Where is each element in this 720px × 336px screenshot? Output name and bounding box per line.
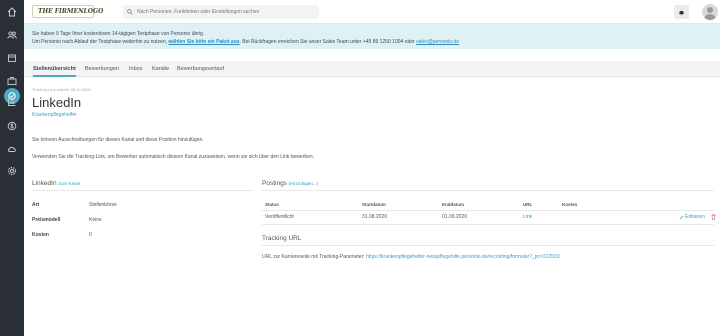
choose-package-link[interactable]: wählen Sie bitte ein Paket aus	[168, 39, 239, 45]
banner-text-prefix: Um Personio nach Ablauf der Testphase we…	[32, 39, 167, 45]
art-label: Art	[32, 202, 40, 208]
tracking-divider	[262, 245, 714, 246]
col-startdatum: Startdatum	[362, 202, 386, 207]
col-status: Status	[265, 202, 279, 207]
briefcase-icon[interactable]	[4, 73, 20, 89]
postings-section-header: Postings (Hinzufügen...)	[262, 180, 318, 187]
tracking-url-row: URL zur Karriereseite mit Tracking-Param…	[262, 254, 560, 260]
sidebar	[0, 0, 24, 336]
company-logo[interactable]: THE FIRMENLOGO	[32, 5, 103, 18]
edit-posting-label: Editieren	[685, 214, 705, 220]
posting-startdatum: 31.08.2020	[362, 214, 388, 220]
notifications-button[interactable]	[674, 5, 689, 19]
position-link[interactable]: Krankenpflegehelfer	[32, 112, 77, 118]
bell-icon	[679, 10, 684, 15]
col-url: URL	[523, 202, 533, 207]
table-header-divider	[262, 210, 714, 211]
trial-banner: Sie haben 9 Tage Ihrer kostenlosen 14-tä…	[24, 24, 720, 49]
search-icon	[127, 9, 133, 15]
page-title: LinkedIn	[32, 95, 82, 110]
posting-enddatum: 01.09.2020	[442, 214, 468, 220]
tab-inbox[interactable]: Inbox	[129, 61, 142, 77]
chart-icon[interactable]	[4, 94, 20, 110]
delete-posting-button[interactable]	[711, 214, 716, 222]
search-box[interactable]	[123, 5, 319, 19]
tracking-created-meta: Tracking Link erstellt: 28.10.2020	[32, 87, 91, 92]
tab-stellenuebersicht[interactable]: Stellenübersicht	[33, 61, 76, 77]
sales-email-link[interactable]: sales@personio.de	[416, 39, 459, 45]
money-icon[interactable]	[4, 118, 20, 134]
table-row-divider	[262, 224, 714, 225]
postings-title: Postings	[262, 180, 287, 187]
banner-line-1: Sie haben 9 Tage Ihrer kostenlosen 14-tä…	[32, 31, 205, 37]
kosten-label: Kosten	[32, 232, 49, 238]
channel-divider	[32, 190, 254, 191]
preismodell-label: Preismodell	[32, 217, 61, 223]
preismodell-value: Keine	[89, 217, 102, 223]
search-input[interactable]	[137, 9, 317, 15]
posting-url-link[interactable]: Link	[523, 214, 532, 220]
art-value: Stellenbörse	[89, 202, 117, 208]
kosten-value: 0	[89, 232, 92, 238]
logo-text: THE FIRMENLOGO	[38, 8, 104, 15]
tracking-url-title: Tracking URL	[262, 235, 302, 242]
tab-bewerbungsverlauf[interactable]: Bewerbungsverlauf	[177, 61, 224, 77]
cloud-icon[interactable]	[4, 141, 20, 157]
add-posting-link[interactable]: (Hinzufügen...)	[289, 181, 319, 186]
tab-bewerbungen[interactable]: Bewerbungen	[85, 61, 119, 77]
home-icon[interactable]	[4, 4, 20, 20]
col-enddatum: Enddatum	[442, 202, 464, 207]
intro-text-1: Sie können Ausschreibungen für diesen Ka…	[32, 137, 204, 143]
edit-posting-button[interactable]: Editieren	[679, 214, 705, 220]
top-bar: THE FIRMENLOGO	[24, 0, 720, 24]
settings-icon[interactable]	[4, 163, 20, 179]
pencil-icon	[679, 214, 684, 219]
avatar-body	[704, 14, 716, 20]
tab-kanaele[interactable]: Kanäle	[152, 61, 169, 77]
avatar[interactable]	[702, 4, 718, 20]
tracking-url-link[interactable]: https://krankenpflegehelfer-nesspflegehi…	[366, 254, 560, 260]
intro-text-2: Verwenden Sie die Tracking-Link, um Bewe…	[32, 154, 315, 160]
calendar-icon[interactable]	[4, 50, 20, 66]
avatar-head	[707, 7, 713, 13]
trash-icon	[711, 214, 716, 220]
tab-bar: Stellenübersicht Bewerbungen Inbox Kanäl…	[24, 61, 720, 77]
people-icon[interactable]	[4, 27, 20, 43]
main-content: Tracking Link erstellt: 28.10.2020 Linke…	[24, 77, 720, 336]
postings-divider	[262, 190, 714, 191]
tracking-url-label: URL zur Karriereseite mit Tracking-Param…	[262, 254, 365, 260]
channel-title: LinkedIn	[32, 180, 57, 187]
col-kosten: Kosten	[562, 202, 578, 207]
banner-line-2: Um Personio nach Ablauf der Testphase we…	[32, 38, 720, 46]
posting-status: Veröffentlicht	[265, 214, 294, 220]
channel-section-header: LinkedIn Zum Kanal	[32, 180, 80, 187]
banner-text-middle: . Bei Rückfragen erreichen Sie unser Sal…	[239, 39, 415, 45]
to-channel-link[interactable]: Zum Kanal	[58, 181, 80, 186]
